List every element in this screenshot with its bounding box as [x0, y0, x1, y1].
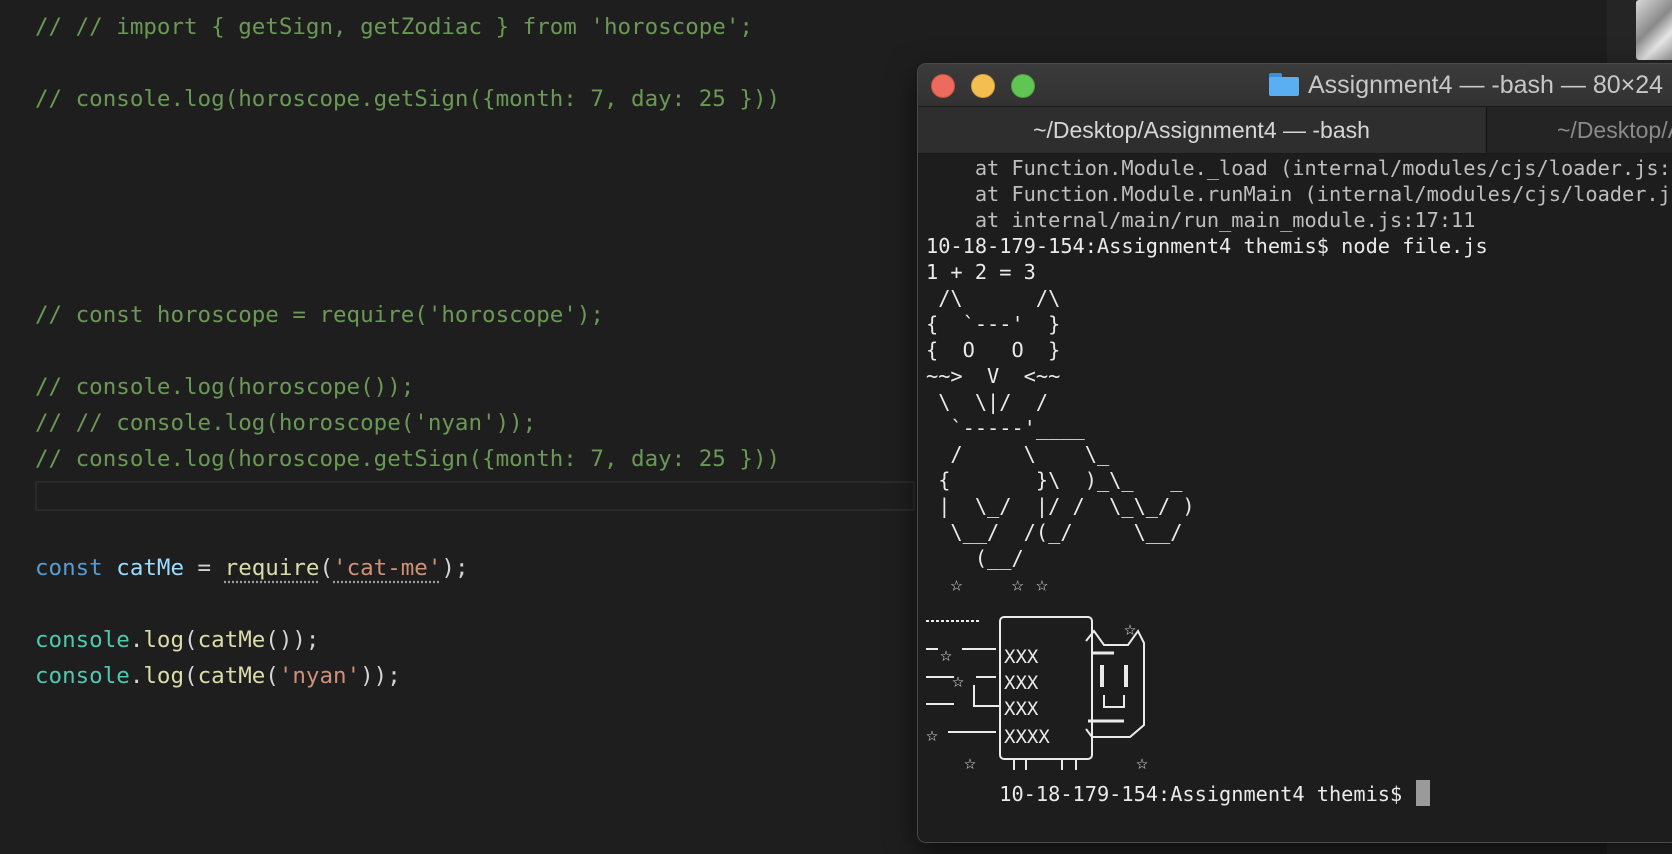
code-token: console [35, 627, 130, 653]
code-line-4[interactable]: // console.log(horoscope()); [35, 372, 414, 402]
folder-icon [1269, 73, 1299, 96]
code-token: // console.log(horoscope.getSign({month:… [35, 86, 781, 112]
code-token: catMe [116, 555, 185, 581]
code-line-7[interactable]: const catMe = require('cat-me'); [35, 553, 469, 583]
code-token: 'nyan' [278, 663, 361, 689]
code-token: . [129, 663, 144, 689]
current-line-highlight [35, 481, 915, 511]
terminal-window[interactable]: Assignment4 — -bash — 80×24 ~/Desktop/As… [917, 63, 1672, 843]
code-token: catMe [197, 663, 266, 689]
code-line-9[interactable]: console.log(catMe('nyan')); [35, 661, 401, 691]
zoom-window-button[interactable] [1011, 74, 1035, 98]
prompt-line[interactable]: 10-18-179-154:Assignment4 themis$ [926, 753, 1431, 806]
code-token: ( [184, 627, 198, 653]
tab-inactive[interactable]: ~/Desktop/Assignment4 — -bash [1486, 107, 1672, 153]
code-line-6[interactable]: // console.log(horoscope.getSign({month:… [35, 444, 780, 474]
code-token: 'cat-me' [333, 555, 442, 581]
terminal-output[interactable]: at Function.Module._load (internal/modul… [918, 155, 1672, 842]
window-title: Assignment4 — -bash — 80×24 [1308, 71, 1664, 99]
code-line-2[interactable]: // console.log(horoscope.getSign({month:… [35, 84, 780, 114]
code-token: // // console.log(horoscope('nyan')); [35, 410, 537, 436]
close-window-button[interactable] [931, 74, 955, 98]
code-token: ( [319, 555, 334, 581]
code-line-8[interactable]: console.log(catMe()); [35, 625, 319, 655]
code-token: // console.log(horoscope.getSign({month:… [35, 446, 781, 472]
code-token: log [143, 663, 185, 689]
nyan-body-text: XXX [1004, 698, 1039, 720]
code-token: log [143, 627, 185, 653]
code-token: = [184, 555, 225, 581]
prompt-text: 10-18-179-154:Assignment4 themis$ [999, 782, 1415, 806]
nyan-body-text: XXX [1004, 646, 1039, 668]
nyan-star: ☆ [926, 722, 938, 746]
text-cursor [1416, 780, 1431, 806]
code-token: const [35, 555, 103, 581]
code-line-3[interactable]: // const horoscope = require('horoscope'… [35, 300, 604, 330]
tab-active[interactable]: ~/Desktop/Assignment4 — -bash [918, 107, 1485, 153]
code-token: ( [184, 663, 198, 689]
nyan-star: ☆ [952, 668, 964, 692]
minimize-window-button[interactable] [971, 74, 995, 98]
code-token: ()); [265, 627, 320, 653]
code-token: ); [441, 555, 469, 581]
code-line-1[interactable]: // // import { getSign, getZodiac } from… [35, 12, 753, 42]
code-token: ( [265, 663, 279, 689]
code-token: // console.log(horoscope()); [35, 374, 415, 400]
nyan-star: ☆ [1124, 616, 1136, 640]
code-token: catMe [197, 627, 266, 653]
terminal-titlebar[interactable]: Assignment4 — -bash — 80×24 [918, 64, 1672, 106]
code-line-5[interactable]: // // console.log(horoscope('nyan')); [35, 408, 536, 438]
nyan-body-text: XXX [1004, 672, 1039, 694]
code-token: )); [360, 663, 401, 689]
code-token: require [224, 555, 320, 581]
code-token: // const horoscope = require('horoscope'… [35, 302, 604, 328]
nyan-star: ☆ [940, 642, 952, 666]
wallpaper-thumbnail [1636, 0, 1672, 60]
code-token: // // import { getSign, getZodiac } from… [35, 14, 753, 40]
code-token: . [129, 627, 144, 653]
terminal-tab-bar: ~/Desktop/Assignment4 — -bash ~/Desktop/… [918, 106, 1672, 154]
code-token: console [35, 663, 130, 689]
nyan-body-text: XXXX [1004, 726, 1050, 748]
nyan-cat-art: ☆ ☆ ☆ ☆ ☆ ☆ XXX XXX XXX XXXX [926, 616, 1148, 774]
